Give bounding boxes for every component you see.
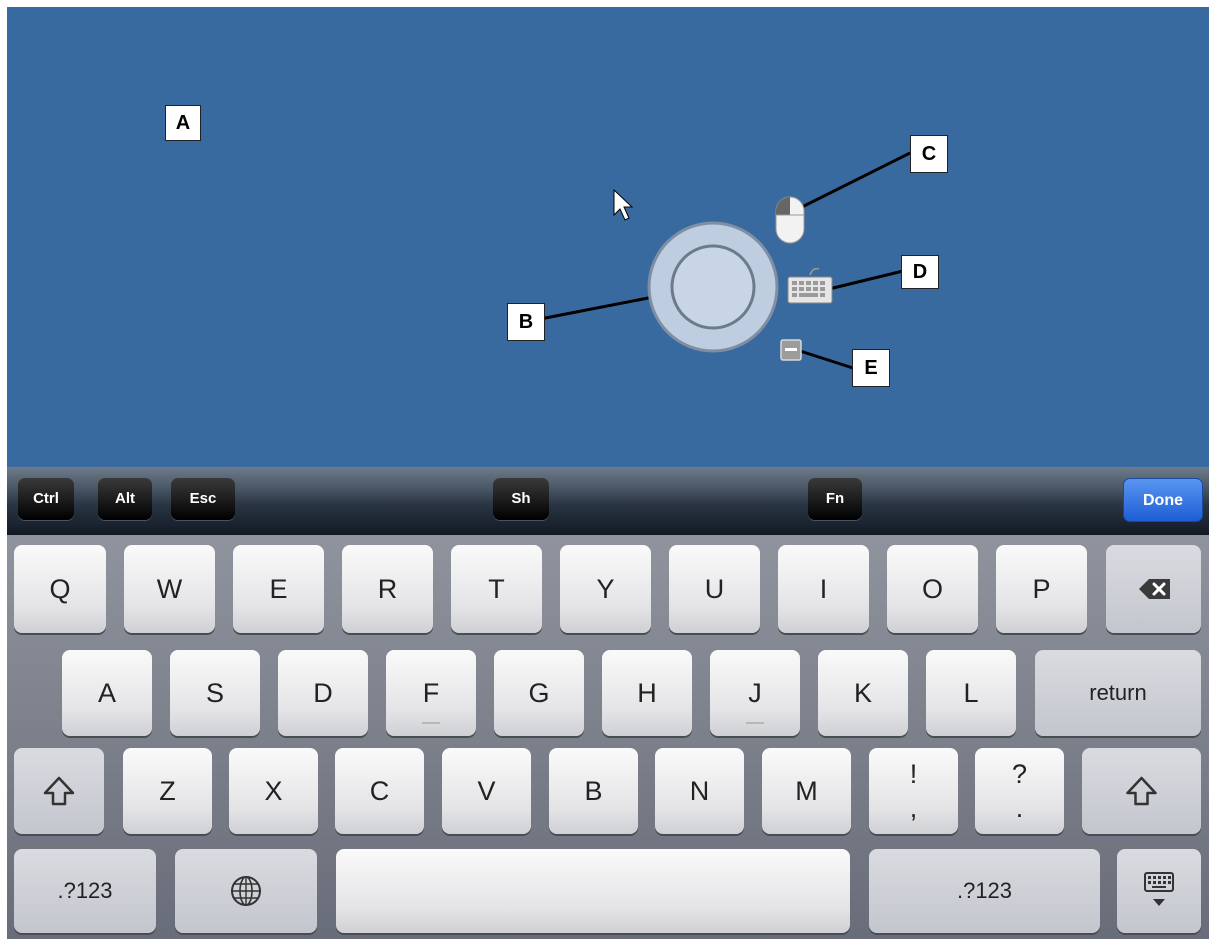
- key-period-label: .: [1015, 793, 1024, 823]
- minimize-icon: [780, 339, 802, 361]
- callout-line-c: [801, 151, 911, 209]
- key-r[interactable]: R: [342, 545, 433, 633]
- shift-icon: [43, 776, 75, 806]
- callout-label-e: E: [852, 349, 890, 387]
- remote-desktop-area[interactable]: A B C D E: [7, 7, 1209, 467]
- esc-key[interactable]: Esc: [171, 478, 235, 520]
- key-e[interactable]: E: [233, 545, 324, 633]
- key-c[interactable]: C: [335, 748, 424, 834]
- hide-keyboard-key[interactable]: [1117, 849, 1201, 933]
- shift-left-key[interactable]: [14, 748, 104, 834]
- onscreen-keyboard: Q W E R T Y U I O P A S D F G H J K L re…: [7, 535, 1209, 939]
- key-n[interactable]: N: [655, 748, 744, 834]
- key-question-label: ?: [1011, 759, 1028, 789]
- key-exclamation-label: !: [909, 759, 918, 789]
- key-x[interactable]: X: [229, 748, 318, 834]
- ctrl-key[interactable]: Ctrl: [18, 478, 74, 520]
- key-g[interactable]: G: [494, 650, 584, 736]
- numbers-key-right[interactable]: .?123: [869, 849, 1100, 933]
- home-row-marker: [422, 722, 440, 724]
- shift-modifier-key[interactable]: Sh: [493, 478, 549, 520]
- hide-keyboard-icon: [1144, 872, 1174, 906]
- key-p[interactable]: P: [996, 545, 1087, 633]
- key-k[interactable]: K: [818, 650, 908, 736]
- alt-key[interactable]: Alt: [98, 478, 152, 520]
- fn-key[interactable]: Fn: [808, 478, 862, 520]
- return-key[interactable]: return: [1035, 650, 1201, 736]
- key-d[interactable]: D: [278, 650, 368, 736]
- modifier-key-bar: Ctrl Alt Esc Sh Fn Done: [7, 467, 1209, 535]
- globe-icon: [231, 876, 261, 906]
- key-y[interactable]: Y: [560, 545, 651, 633]
- space-bar[interactable]: [336, 849, 850, 933]
- key-l[interactable]: L: [926, 650, 1016, 736]
- globe-key[interactable]: [175, 849, 317, 933]
- callout-label-c: C: [910, 135, 948, 173]
- backspace-key[interactable]: [1106, 545, 1201, 633]
- key-o[interactable]: O: [887, 545, 978, 633]
- key-a[interactable]: A: [62, 650, 152, 736]
- callout-lines: [534, 151, 911, 371]
- key-j[interactable]: J: [710, 650, 800, 736]
- key-b[interactable]: B: [549, 748, 638, 834]
- callout-label-b: B: [507, 303, 545, 341]
- mouse-mode-icon: [775, 196, 805, 244]
- done-button[interactable]: Done: [1123, 478, 1203, 522]
- shift-icon: [1126, 776, 1157, 806]
- key-comma-label: ,: [909, 793, 918, 823]
- key-question-period[interactable]: ? .: [975, 748, 1064, 834]
- key-i[interactable]: I: [778, 545, 869, 633]
- key-q[interactable]: Q: [14, 545, 106, 633]
- key-exclamation-comma[interactable]: ! ,: [869, 748, 958, 834]
- callout-line-d: [828, 269, 904, 291]
- key-t[interactable]: T: [451, 545, 542, 633]
- numbers-key-left[interactable]: .?123: [14, 849, 156, 933]
- callout-label-d: D: [901, 255, 939, 289]
- key-z[interactable]: Z: [123, 748, 212, 834]
- cursor-arrow-icon: [613, 188, 634, 221]
- key-w[interactable]: W: [124, 545, 215, 633]
- shift-right-key[interactable]: [1082, 748, 1201, 834]
- backspace-icon: [1139, 579, 1170, 599]
- key-s[interactable]: S: [170, 650, 260, 736]
- touchpad-joystick-icon: [647, 221, 779, 353]
- keyboard-mode-icon: [787, 267, 833, 304]
- key-v[interactable]: V: [442, 748, 531, 834]
- callout-label-a: A: [165, 105, 201, 141]
- key-h[interactable]: H: [602, 650, 692, 736]
- key-f[interactable]: F: [386, 650, 476, 736]
- key-m[interactable]: M: [762, 748, 851, 834]
- home-row-marker: [746, 722, 764, 724]
- callout-line-e: [796, 348, 857, 371]
- key-u[interactable]: U: [669, 545, 760, 633]
